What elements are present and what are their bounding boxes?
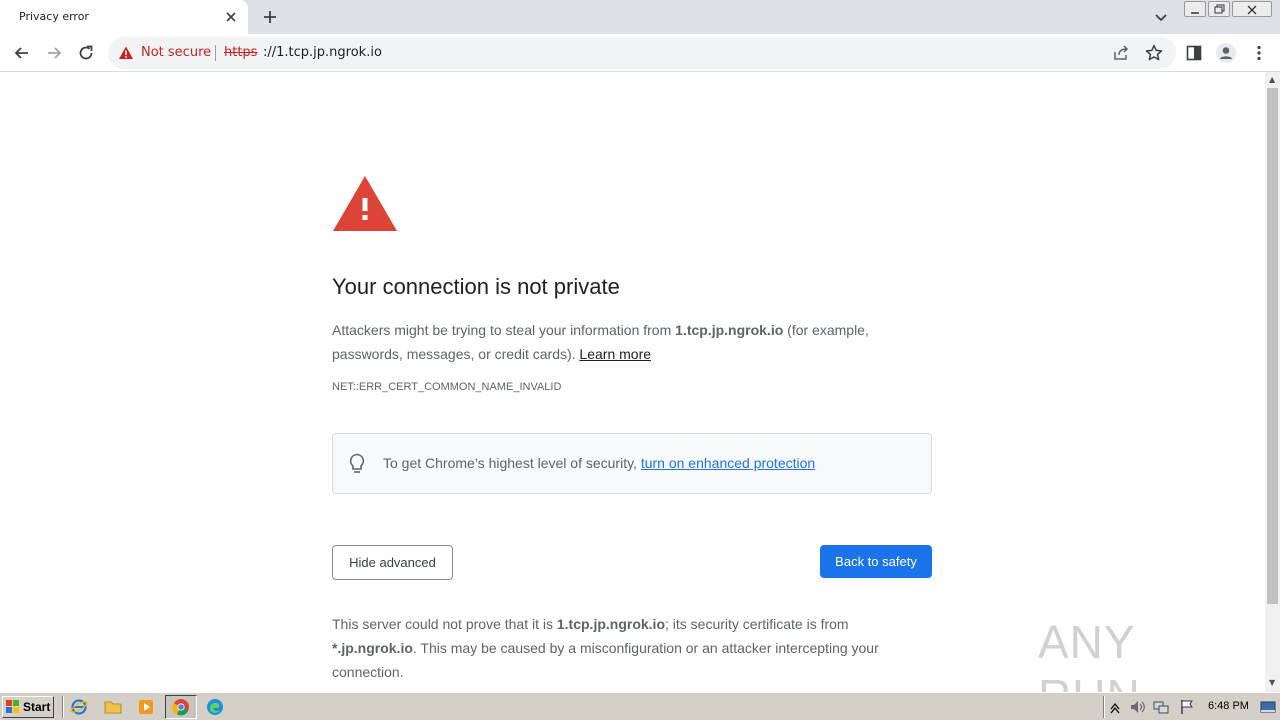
explanation-prefix: Attackers might be trying to steal your … <box>332 322 676 338</box>
explanation-host: 1.tcp.jp.ngrok.io <box>675 322 784 338</box>
anyrun-watermark: ANY RUN <box>1038 607 1238 722</box>
window-close-button[interactable] <box>1232 1 1272 17</box>
chevron-down-icon[interactable] <box>1152 8 1170 26</box>
new-tab-icon[interactable] <box>260 7 280 27</box>
profile-avatar-icon[interactable] <box>1215 42 1237 64</box>
minimize-button[interactable] <box>1184 1 1206 17</box>
share-icon[interactable] <box>1112 44 1130 62</box>
restore-icon <box>1214 4 1225 14</box>
back-arrow-icon[interactable] <box>12 43 32 63</box>
details-text: This server could not prove that it is 1… <box>332 612 932 684</box>
bookmark-star-icon[interactable] <box>1144 43 1164 63</box>
tab-privacy-error[interactable]: Privacy error <box>0 0 248 34</box>
omnibox-divider <box>215 45 216 61</box>
file-explorer-icon[interactable] <box>104 698 122 716</box>
error-code: NET::ERR_CERT_COMMON_NAME_INVALID <box>332 381 562 393</box>
taskbar-divider <box>62 696 64 718</box>
scroll-down-icon[interactable]: ▼ <box>1269 678 1275 687</box>
action-center-flag-icon[interactable] <box>1178 698 1196 716</box>
url-host: ://1.tcp.jp.ngrok.io <box>263 45 382 60</box>
windows-taskbar: Start 6:48 PM <box>0 692 1280 720</box>
reload-icon[interactable] <box>76 43 96 63</box>
warning-icon[interactable] <box>118 45 134 61</box>
interstitial-page: Your connection is not private Attackers… <box>0 72 1265 722</box>
lightbulb-icon <box>349 453 365 473</box>
promo-text: To get Chrome’s highest level of securit… <box>383 455 815 471</box>
enhanced-protection-promo: To get Chrome’s highest level of securit… <box>332 433 932 494</box>
side-panel-icon[interactable] <box>1184 43 1204 63</box>
edge-icon[interactable] <box>206 698 224 716</box>
learn-more-link[interactable]: Learn more <box>579 346 651 362</box>
start-button[interactable]: Start <box>2 696 54 718</box>
volume-icon[interactable] <box>1128 698 1146 716</box>
details-part-3: . This may be caused by a misconfigurati… <box>332 640 879 680</box>
restore-button[interactable] <box>1208 1 1230 17</box>
hide-advanced-button[interactable]: Hide advanced <box>332 545 453 580</box>
url-scheme: https <box>224 45 258 60</box>
network-icon[interactable] <box>1152 698 1170 716</box>
browser-toolbar: Not secure https ://1.tcp.jp.ngrok.io <box>0 34 1280 72</box>
forward-arrow-icon[interactable] <box>44 43 64 63</box>
not-secure-label[interactable]: Not secure <box>141 45 211 60</box>
tab-strip: Privacy error <box>0 0 1280 34</box>
tab-title: Privacy error <box>19 10 89 23</box>
address-bar[interactable]: Not secure https ://1.tcp.jp.ngrok.io <box>108 37 1176 69</box>
scroll-up-icon[interactable]: ▲ <box>1269 75 1275 84</box>
vertical-scrollbar[interactable]: ▲ ▼ <box>1265 72 1280 692</box>
back-to-safety-button[interactable]: Back to safety <box>820 545 932 578</box>
enhanced-protection-link[interactable]: turn on enhanced protection <box>641 455 815 471</box>
taskbar-clock[interactable]: 6:48 PM <box>1208 700 1249 712</box>
tray-expand-icon[interactable] <box>1108 698 1122 716</box>
windows-logo-icon <box>6 700 19 713</box>
promo-prefix: To get Chrome’s highest level of securit… <box>383 455 641 471</box>
details-cert: *.jp.ngrok.io <box>332 640 413 656</box>
chrome-taskbar-button[interactable] <box>165 695 197 719</box>
minimize-icon <box>1191 12 1199 14</box>
details-part-1: This server could not prove that it is <box>332 616 557 632</box>
chrome-icon <box>172 699 189 716</box>
show-desktop-icon[interactable] <box>1259 698 1277 716</box>
scroll-thumb[interactable] <box>1267 88 1278 604</box>
tray-divider <box>1103 696 1105 718</box>
internet-explorer-icon[interactable] <box>70 698 88 716</box>
start-label: Start <box>23 700 51 714</box>
details-host: 1.tcp.jp.ngrok.io <box>556 616 665 632</box>
window-close-icon <box>1247 5 1257 15</box>
page-heading: Your connection is not private <box>332 274 620 299</box>
media-player-icon[interactable] <box>137 698 155 716</box>
details-part-2: ; its security certificate is from <box>665 616 849 632</box>
close-icon[interactable] <box>222 8 240 26</box>
explanation-text: Attackers might be trying to steal your … <box>332 318 932 366</box>
alert-triangle-icon <box>333 176 397 231</box>
more-vert-icon[interactable] <box>1249 43 1269 63</box>
